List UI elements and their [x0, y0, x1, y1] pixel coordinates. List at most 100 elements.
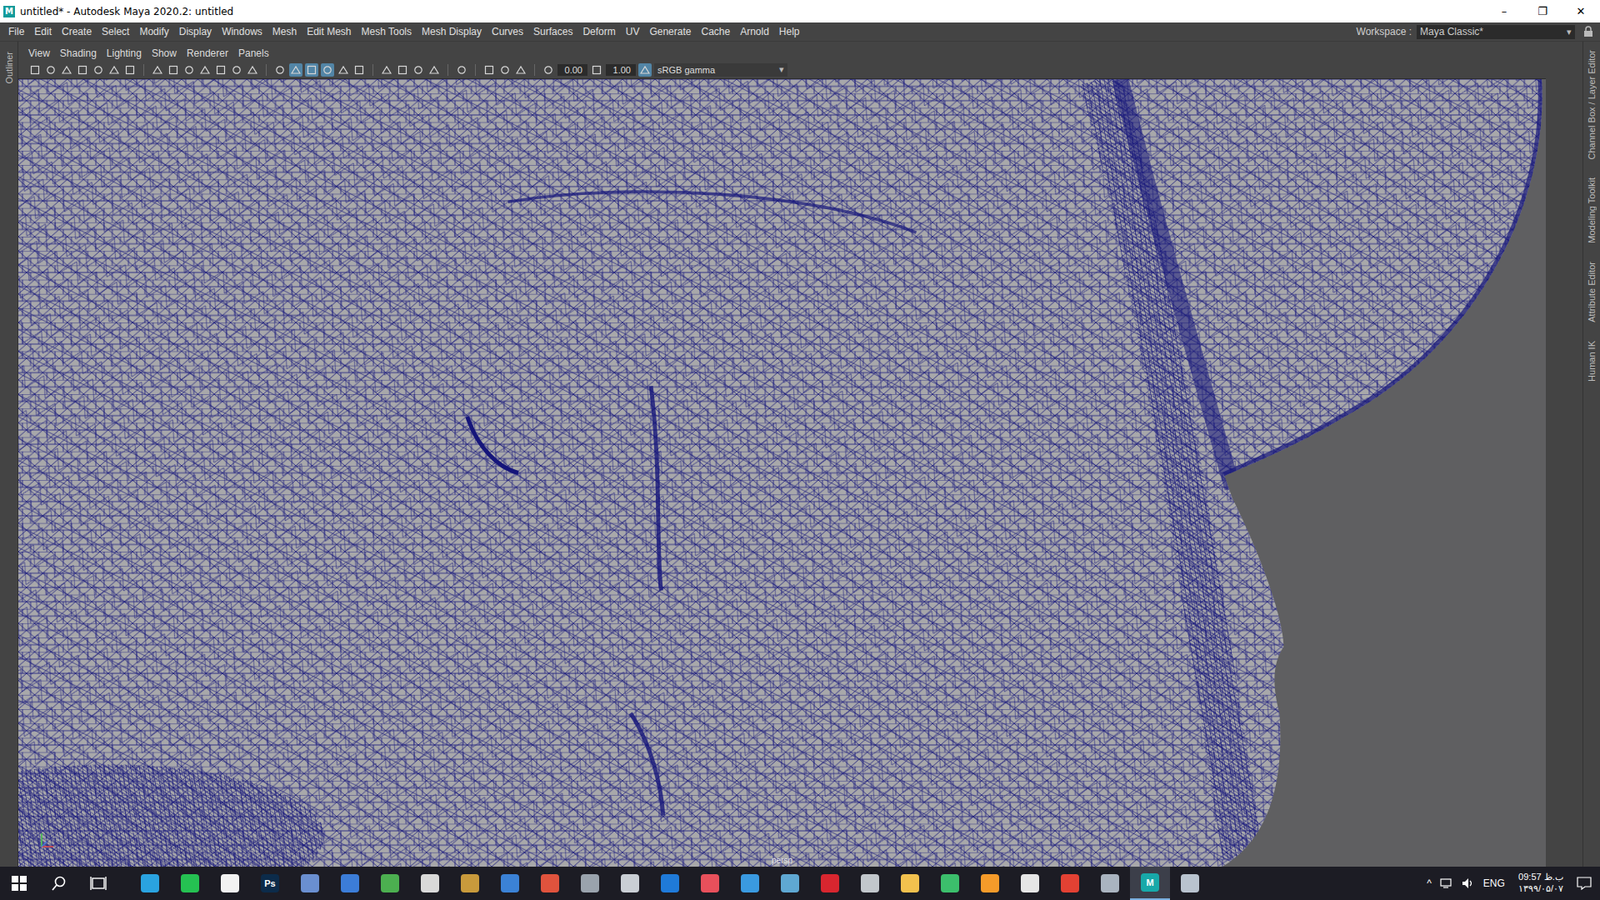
toolbar-button[interactable] — [352, 63, 366, 77]
toolbar-button[interactable] — [380, 63, 394, 77]
menu-item[interactable]: Generate — [644, 25, 696, 38]
taskbar-app[interactable] — [730, 866, 770, 900]
toolbar-button[interactable] — [60, 63, 74, 77]
dock-tab[interactable]: Attribute Editor — [1586, 258, 1597, 326]
window-control-button[interactable]: ❐ — [1523, 0, 1562, 23]
taskbar-app[interactable] — [810, 866, 850, 900]
toolbar-button[interactable] — [273, 63, 287, 77]
viewport[interactable]: persp — [18, 78, 1546, 867]
toolbar-button[interactable] — [214, 63, 228, 77]
taskbar-app[interactable]: M — [1130, 866, 1170, 900]
panel-menu-item[interactable]: Lighting — [101, 47, 147, 60]
taskbar-app[interactable] — [1170, 866, 1210, 900]
toolbar-button[interactable] — [411, 63, 425, 77]
toolbar-button[interactable] — [514, 63, 528, 77]
menu-item[interactable]: Select — [96, 25, 135, 38]
color-space-dropdown[interactable]: sRGB gamma▾ — [654, 63, 788, 77]
menu-item[interactable]: Mesh Tools — [356, 25, 417, 38]
toolbar-button[interactable] — [182, 63, 196, 77]
toolbar-button[interactable] — [395, 63, 410, 77]
notification-icon[interactable] — [1576, 876, 1592, 890]
panel-menu-item[interactable]: View — [23, 47, 55, 60]
toolbar-button[interactable] — [289, 63, 303, 77]
window-control-button[interactable]: – — [1485, 0, 1524, 23]
taskbar-app[interactable] — [210, 866, 250, 900]
toolbar-button[interactable] — [320, 63, 335, 77]
toolbar-button[interactable] — [336, 63, 350, 77]
taskbar-app[interactable] — [930, 866, 970, 900]
toolbar-button[interactable] — [107, 63, 121, 77]
toolbar-button[interactable] — [590, 63, 604, 77]
clock[interactable]: 09:57 ب.ظ ۱۳۹۹/۰۵/۰۷ — [1518, 871, 1564, 895]
volume-icon[interactable] — [1461, 877, 1475, 890]
dock-tab[interactable]: Human IK — [1586, 337, 1597, 385]
menu-item[interactable]: Cache — [695, 25, 735, 38]
toolbar-field[interactable]: 0.00 — [557, 64, 588, 76]
toolbar-button[interactable] — [123, 63, 137, 77]
taskbar-app[interactable] — [1090, 866, 1130, 900]
dock-tab[interactable]: Channel Box / Layer Editor — [1586, 46, 1597, 163]
taskbar-app[interactable] — [490, 866, 530, 900]
menu-item[interactable]: Edit — [29, 25, 57, 38]
panel-menu-item[interactable]: Show — [146, 47, 182, 60]
taskbar-app[interactable] — [890, 866, 930, 900]
menu-item[interactable]: Windows — [216, 25, 268, 38]
taskbar-app[interactable]: Ps — [250, 866, 290, 900]
tray-chevron[interactable]: ^ — [1426, 877, 1432, 890]
taskbar-app[interactable] — [690, 866, 730, 900]
dock-tab[interactable]: Modeling Toolkit — [1586, 174, 1597, 247]
toolbar-button[interactable] — [28, 63, 42, 77]
window-control-button[interactable]: ✕ — [1561, 0, 1600, 23]
toolbar-button[interactable] — [75, 63, 90, 77]
taskbar-app[interactable] — [290, 866, 330, 900]
menu-item[interactable]: Mesh — [267, 25, 302, 38]
menu-item[interactable]: UV — [620, 25, 645, 38]
menu-item[interactable]: Display — [174, 25, 217, 38]
workspace-dropdown[interactable]: Maya Classic* ▾ — [1416, 25, 1575, 40]
toolbar-button[interactable] — [230, 63, 244, 77]
taskbar-app[interactable] — [410, 866, 450, 900]
toolbar-button[interactable] — [305, 63, 319, 77]
taskbar-app[interactable] — [850, 866, 890, 900]
toolbar-button[interactable] — [638, 63, 652, 77]
menu-item[interactable]: File — [3, 25, 30, 38]
menu-item[interactable]: Mesh Display — [416, 25, 487, 38]
taskbar-app[interactable] — [130, 866, 170, 900]
windows-start-icon[interactable] — [11, 875, 27, 891]
toolbar-button[interactable] — [44, 63, 58, 77]
toolbar-button[interactable] — [150, 63, 165, 77]
toolbar-field[interactable]: 1.00 — [605, 64, 636, 76]
network-icon[interactable] — [1440, 877, 1454, 890]
taskbar-app[interactable] — [770, 866, 810, 900]
taskbar-app[interactable] — [1010, 866, 1050, 900]
panel-menu-item[interactable]: Shading — [55, 47, 102, 60]
panel-menu-item[interactable]: Panels — [233, 47, 275, 60]
menu-item[interactable]: Modify — [134, 25, 174, 38]
menu-item[interactable]: Deform — [577, 25, 620, 38]
search-icon[interactable] — [51, 875, 67, 891]
toolbar-button[interactable] — [198, 63, 212, 77]
taskbar-app[interactable] — [1050, 866, 1090, 900]
toolbar-button[interactable] — [498, 63, 512, 77]
taskbar-app[interactable] — [170, 866, 210, 900]
menu-item[interactable]: Help — [774, 25, 805, 38]
toolbar-button[interactable] — [245, 63, 260, 77]
toolbar-button[interactable] — [427, 63, 441, 77]
toolbar-button[interactable] — [91, 63, 105, 77]
dock-tab[interactable]: Outliner — [4, 48, 15, 88]
taskbar-app[interactable] — [530, 866, 570, 900]
taskbar-app[interactable] — [330, 866, 370, 900]
language-indicator[interactable]: ENG — [1483, 877, 1505, 890]
taskbar-app[interactable] — [650, 866, 690, 900]
taskbar-app[interactable] — [570, 866, 610, 900]
toolbar-button[interactable] — [166, 63, 180, 77]
lock-icon[interactable] — [1583, 25, 1594, 38]
taskbar-app[interactable] — [610, 866, 650, 900]
toolbar-button[interactable] — [455, 63, 469, 77]
taskbar-app[interactable] — [970, 866, 1010, 900]
task-view-icon[interactable] — [90, 875, 107, 891]
panel-menu-item[interactable]: Renderer — [181, 47, 234, 60]
menu-item[interactable]: Arnold — [735, 25, 775, 38]
taskbar-app[interactable] — [450, 866, 490, 900]
taskbar-app[interactable] — [370, 866, 410, 900]
